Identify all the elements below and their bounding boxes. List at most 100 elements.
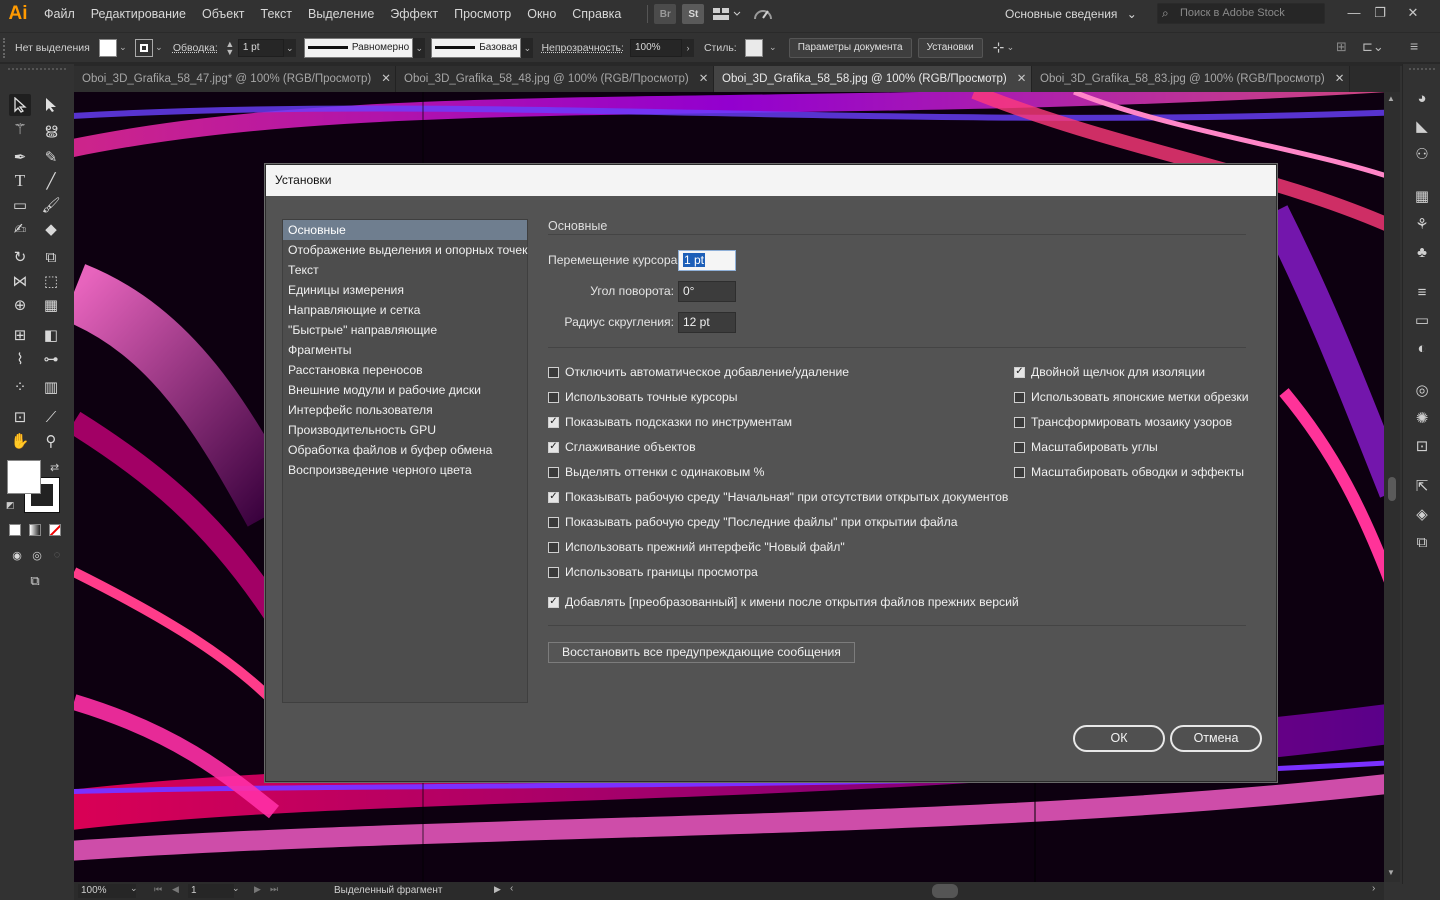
- rotate-input[interactable]: 0°: [678, 280, 736, 302]
- export-assets-icon[interactable]: ⇱: [1412, 476, 1432, 496]
- appearance-icon[interactable]: ◎: [1412, 380, 1432, 400]
- free-transform-icon[interactable]: ⬚: [40, 270, 62, 292]
- gradient-tool-icon[interactable]: ◧: [40, 324, 62, 346]
- direct-selection-tool-icon[interactable]: [40, 94, 62, 116]
- artboards-panel-icon[interactable]: ⧉: [1412, 532, 1432, 552]
- checkbox-checked-icon[interactable]: [548, 416, 559, 428]
- graph-tool-icon[interactable]: ▥: [40, 376, 62, 398]
- preference-checkbox[interactable]: Масштабировать обводки и эффекты: [1014, 463, 1244, 481]
- screen-mode-icon[interactable]: ⧉: [24, 570, 46, 592]
- checkbox-unchecked-icon[interactable]: [548, 516, 559, 528]
- scroll-right-icon[interactable]: ›: [1372, 883, 1375, 894]
- brush-dropdown-icon[interactable]: ⌄: [521, 37, 534, 58]
- color-mode-icon[interactable]: [9, 524, 21, 536]
- rotate-tool-icon[interactable]: ↻: [9, 246, 31, 268]
- tab-close-icon[interactable]: ✕: [699, 73, 709, 85]
- preference-checkbox[interactable]: Двойной щелчок для изоляции: [1014, 363, 1205, 381]
- preference-checkbox[interactable]: Выделять оттенки с одинаковым %: [548, 463, 764, 481]
- checkbox-unchecked-icon[interactable]: [1014, 416, 1025, 428]
- pen-tool-icon[interactable]: ✒: [9, 146, 31, 168]
- checkbox-unchecked-icon[interactable]: [548, 366, 559, 378]
- graphic-style-swatch[interactable]: [744, 38, 763, 57]
- artboard-number-field[interactable]: 1: [188, 884, 234, 898]
- arrange-documents-icon[interactable]: [710, 4, 744, 24]
- tab-close-icon[interactable]: ✕: [381, 73, 391, 85]
- preferences-button[interactable]: Установки: [917, 37, 983, 58]
- restore-window-button[interactable]: ❐: [1367, 2, 1393, 24]
- fill-swatch[interactable]: [98, 38, 117, 57]
- tab-document-58[interactable]: Oboi_3D_Grafika_58_58.jpg @ 100% (RGB/Пр…: [714, 66, 1032, 92]
- preference-checkbox[interactable]: Использовать границы просмотра: [548, 563, 758, 581]
- mesh-tool-icon[interactable]: ⊞: [9, 324, 31, 346]
- tab-close-icon[interactable]: ✕: [1335, 73, 1345, 85]
- eraser-icon[interactable]: ◆: [40, 218, 62, 240]
- zoom-level-field[interactable]: 100%: [78, 884, 136, 898]
- brush-definition[interactable]: Базовая: [431, 37, 522, 58]
- paintbrush-icon[interactable]: 🖌: [40, 194, 62, 216]
- preference-checkbox[interactable]: Показывать рабочую среду "Начальная" при…: [548, 488, 1008, 506]
- stroke-weight-dropdown-icon[interactable]: ⌄: [283, 38, 296, 57]
- stroke-panel-icon[interactable]: ≡: [1412, 282, 1432, 302]
- stroke-stepper[interactable]: ▲ ▼: [224, 39, 236, 56]
- checkbox-unchecked-icon[interactable]: [548, 466, 559, 478]
- isolate-icon[interactable]: ⊏⌄: [1362, 39, 1384, 55]
- symbol-sprayer-icon[interactable]: ⁘: [9, 376, 31, 398]
- nav-item-units[interactable]: Единицы измерения: [283, 280, 527, 300]
- preference-checkbox[interactable]: Использовать точные курсоры: [548, 388, 738, 406]
- shaper-tool-icon[interactable]: ✍: [9, 218, 31, 240]
- tab-document-48[interactable]: Oboi_3D_Grafika_58_48.jpg @ 100% (RGB/Пр…: [396, 66, 714, 92]
- preference-checkbox[interactable]: Трансформировать мозаику узоров: [1014, 413, 1232, 431]
- nav-item-user-interface[interactable]: Интерфейс пользователя: [283, 400, 527, 420]
- gradient-mode-icon[interactable]: [29, 524, 41, 536]
- menu-edit[interactable]: Редактирование: [83, 0, 194, 28]
- default-colors-icon[interactable]: ◩: [6, 500, 15, 511]
- opacity-arrow-icon[interactable]: ›: [681, 38, 694, 57]
- status-menu-arrow-icon[interactable]: ▶: [494, 884, 501, 895]
- menu-effect[interactable]: Эффект: [382, 0, 446, 28]
- transform-panel-icon[interactable]: ⊡: [1412, 436, 1432, 456]
- preference-checkbox[interactable]: Показывать рабочую среду "Последние файл…: [548, 513, 958, 531]
- scroll-left-icon[interactable]: ‹: [510, 883, 513, 894]
- prev-artboard-icon[interactable]: ◀: [172, 884, 179, 895]
- magic-wand-icon[interactable]: ⚚: [9, 118, 31, 140]
- scroll-down-icon[interactable]: ▼: [1387, 868, 1395, 877]
- nav-item-gpu-performance[interactable]: Производительность GPU: [283, 420, 527, 440]
- cursor-key-input[interactable]: 1 pt: [678, 249, 736, 271]
- transform-dropdown-icon[interactable]: ⌄: [1004, 42, 1016, 53]
- document-setup-button[interactable]: Параметры документа: [788, 37, 912, 58]
- graphic-styles-icon[interactable]: ✺: [1412, 408, 1432, 428]
- transform-icon[interactable]: ⊹: [993, 39, 1005, 56]
- nav-item-slices[interactable]: Фрагменты: [283, 340, 527, 360]
- color-guide-icon[interactable]: ◣: [1412, 116, 1432, 136]
- menu-view[interactable]: Просмотр: [446, 0, 519, 28]
- nav-item-type[interactable]: Текст: [283, 260, 527, 280]
- workspace-switcher[interactable]: Основные сведения ⌄: [1005, 4, 1141, 24]
- bridge-button[interactable]: Br: [654, 4, 677, 24]
- swatches-icon[interactable]: ▦: [1412, 186, 1432, 206]
- checkbox-unchecked-icon[interactable]: [548, 391, 559, 403]
- opacity-label[interactable]: Непрозрачность:: [541, 42, 624, 54]
- draw-inside-icon[interactable]: ◌: [46, 544, 68, 566]
- checkbox-unchecked-icon[interactable]: [548, 541, 559, 553]
- align-icon[interactable]: ⊞: [1336, 39, 1347, 55]
- artboard-tool-icon[interactable]: ⊡: [9, 406, 31, 428]
- none-mode-icon[interactable]: [49, 524, 61, 536]
- reset-warnings-button[interactable]: Восстановить все предупреждающие сообщен…: [548, 642, 855, 663]
- shape-builder-icon[interactable]: ⊕: [9, 294, 31, 316]
- preference-checkbox[interactable]: Использовать прежний интерфейс "Новый фа…: [548, 538, 845, 556]
- first-artboard-icon[interactable]: ⏮: [154, 884, 162, 895]
- zoom-tool-icon[interactable]: ⚲: [40, 430, 62, 452]
- perspective-grid-icon[interactable]: ▦: [40, 294, 62, 316]
- gpu-performance-icon[interactable]: [750, 4, 776, 24]
- type-tool-icon[interactable]: T: [9, 170, 31, 192]
- preference-checkbox[interactable]: Добавлять [преобразованный] к имени посл…: [548, 593, 1019, 611]
- fill-dropdown-icon[interactable]: ⌄: [117, 42, 129, 53]
- preference-checkbox[interactable]: Показывать подсказки по инструментам: [548, 413, 792, 431]
- symbols-icon[interactable]: ♣: [1412, 242, 1432, 262]
- scale-tool-icon[interactable]: ⧉: [40, 246, 62, 268]
- stroke-label[interactable]: Обводка:: [173, 42, 218, 54]
- tab-document-47[interactable]: Oboi_3D_Grafika_58_47.jpg* @ 100% (RGB/П…: [74, 66, 396, 92]
- variable-width-profile[interactable]: Равномерно: [303, 37, 414, 58]
- checkbox-checked-icon[interactable]: [1014, 366, 1025, 378]
- nav-item-smart-guides[interactable]: "Быстрые" направляющие: [283, 320, 527, 340]
